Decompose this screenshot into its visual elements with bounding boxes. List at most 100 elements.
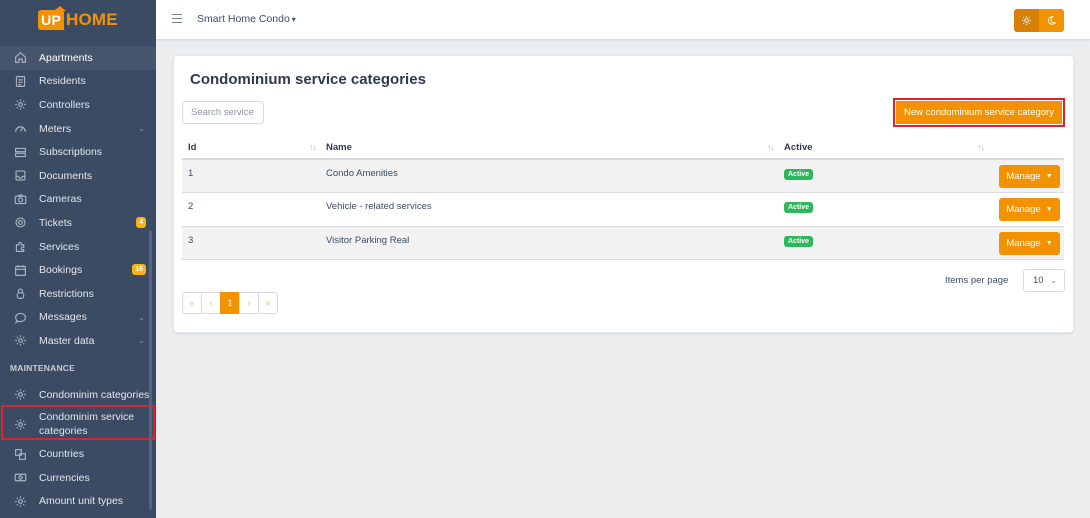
sidebar-item-messages[interactable]: Messages ⌄	[0, 306, 156, 330]
cell-id: 3	[182, 226, 320, 260]
theme-toggle	[1014, 9, 1064, 32]
sidebar-item-countries[interactable]: Countries	[0, 442, 156, 466]
cell-actions: Manage ▼	[988, 226, 1064, 260]
column-label: Active	[784, 141, 813, 153]
sort-icon[interactable]: ↑↓	[309, 142, 317, 152]
pagination-page-1[interactable]: 1	[220, 292, 240, 314]
caret-down-icon: ▼	[1045, 206, 1053, 213]
pagination-prev[interactable]: ‹	[201, 292, 221, 314]
brand-up-text: UP	[38, 6, 66, 30]
cell-id: 2	[182, 192, 320, 227]
gear-icon	[13, 494, 27, 508]
gear-icon	[13, 98, 27, 112]
sidebar-item-master-data[interactable]: Master data ⌄	[0, 329, 156, 353]
sidebar-item-bookings[interactable]: Bookings 16	[0, 258, 156, 282]
pagination-next[interactable]: ›	[239, 292, 259, 314]
new-button-highlight: New condominium service category	[893, 98, 1065, 127]
speedometer-icon	[13, 122, 27, 136]
pagination-first[interactable]: «	[182, 292, 202, 314]
chat-icon	[13, 310, 27, 324]
column-header-name[interactable]: Name ↑↓	[320, 136, 778, 160]
cell-name: Condo Amenities	[320, 159, 778, 193]
manage-label: Manage	[1006, 171, 1041, 182]
pagination-last[interactable]: »	[258, 292, 278, 314]
moon-icon[interactable]	[1039, 9, 1064, 32]
selected-item-highlight	[1, 405, 155, 440]
table-row: 1 Condo Amenities Active Manage ▼	[182, 159, 1064, 193]
categories-table: Id ↑↓ Name ↑↓ Active ↑↓ 1 Condo Amenities A…	[182, 136, 1064, 260]
manage-button[interactable]: Manage ▼	[999, 198, 1060, 221]
puzzle-icon	[13, 240, 27, 254]
top-header: Smart Home Condo ▾	[156, 0, 1090, 40]
column-header-id[interactable]: Id ↑↓	[182, 136, 320, 160]
sort-icon[interactable]: ↑↓	[767, 142, 775, 152]
menu-toggle-icon[interactable]	[172, 14, 182, 24]
sidebar-item-subscriptions[interactable]: Subscriptions	[0, 140, 156, 164]
pagination: « ‹ 1 › »	[182, 292, 278, 314]
sidebar-item-apartments[interactable]: Apartments	[0, 46, 156, 70]
lock-icon	[13, 287, 27, 301]
chevron-down-icon: ⌄	[138, 312, 145, 322]
sidebar-item-label: Documents	[39, 169, 93, 182]
manage-button[interactable]: Manage ▼	[999, 165, 1060, 188]
server-icon	[13, 145, 27, 159]
sidebar-item-condominim-categories[interactable]: Condominim categories	[0, 383, 156, 407]
sidebar-item-label: Controllers	[39, 98, 90, 111]
items-per-page-label: Items per page	[945, 275, 1009, 286]
sort-icon[interactable]: ↑↓	[977, 142, 985, 152]
cell-name: Visitor Parking Real	[320, 226, 778, 260]
sidebar-item-controllers[interactable]: Controllers	[0, 93, 156, 117]
table-row: 3 Visitor Parking Real Active Manage ▼	[182, 226, 1064, 260]
brand-home-text: HOME	[66, 10, 118, 29]
globe-icon	[13, 447, 27, 461]
caret-down-icon: ▾	[291, 15, 296, 24]
manage-label: Manage	[1006, 237, 1041, 249]
sidebar-item-label: Restrictions	[39, 287, 94, 300]
sidebar-item-label: Residents	[39, 75, 86, 88]
money-icon	[13, 471, 27, 485]
manage-label: Manage	[1006, 204, 1041, 215]
sidebar-item-label: Condominim categories	[39, 388, 150, 401]
sidebar-item-documents[interactable]: Documents	[0, 164, 156, 188]
sidebar-item-label: Currencies	[39, 471, 90, 484]
new-category-button[interactable]: New condominium service category	[895, 100, 1063, 125]
content-card: Condominium service categories New condo…	[173, 55, 1074, 333]
sidebar-item-meters[interactable]: Meters ⌄	[0, 117, 156, 141]
tickets-count-badge: 4	[136, 217, 146, 229]
sidebar-item-services[interactable]: Services	[0, 235, 156, 259]
column-label: Name	[326, 141, 352, 153]
gear-icon	[13, 388, 27, 402]
sidebar-item-label: Countries	[39, 448, 84, 461]
cell-active: Active	[778, 192, 988, 227]
brand-logo[interactable]: UP HOME	[0, 0, 156, 40]
sidebar-scrollbar[interactable]	[149, 230, 152, 510]
status-badge: Active	[784, 202, 814, 213]
gear-icon	[13, 216, 27, 230]
status-badge: Active	[784, 169, 814, 180]
chevron-down-icon: ⌄	[1050, 276, 1057, 285]
sun-icon[interactable]	[1014, 9, 1039, 32]
items-per-page-select[interactable]: 10 ⌄	[1023, 269, 1065, 292]
cell-active: Active	[778, 159, 988, 193]
sidebar-item-tickets[interactable]: Tickets 4	[0, 211, 156, 235]
cell-actions: Manage ▼	[988, 192, 1064, 227]
column-header-active[interactable]: Active ↑↓	[778, 136, 988, 160]
sidebar-item-restrictions[interactable]: Restrictions	[0, 282, 156, 306]
id-card-icon	[13, 74, 27, 88]
table-row: 2 Vehicle - related services Active Mana…	[182, 192, 1064, 227]
chevron-down-icon: ⌄	[138, 123, 145, 133]
sidebar-item-label: Messages	[39, 311, 87, 324]
sidebar-item-amount-unit-types[interactable]: Amount unit types	[0, 490, 156, 514]
caret-down-icon: ▼	[1045, 173, 1053, 180]
sidebar-item-residents[interactable]: Residents	[0, 70, 156, 94]
calendar-icon	[13, 263, 27, 277]
search-input[interactable]	[182, 101, 264, 124]
cell-actions: Manage ▼	[988, 159, 1064, 193]
manage-button[interactable]: Manage ▼	[999, 231, 1060, 255]
sidebar-item-label: Cameras	[39, 193, 82, 206]
sidebar-item-label: Tickets	[39, 216, 72, 229]
cell-active: Active	[778, 226, 988, 260]
condo-selector[interactable]: Smart Home Condo ▾	[197, 13, 296, 25]
sidebar-item-cameras[interactable]: Cameras	[0, 188, 156, 212]
sidebar-item-currencies[interactable]: Currencies	[0, 466, 156, 490]
